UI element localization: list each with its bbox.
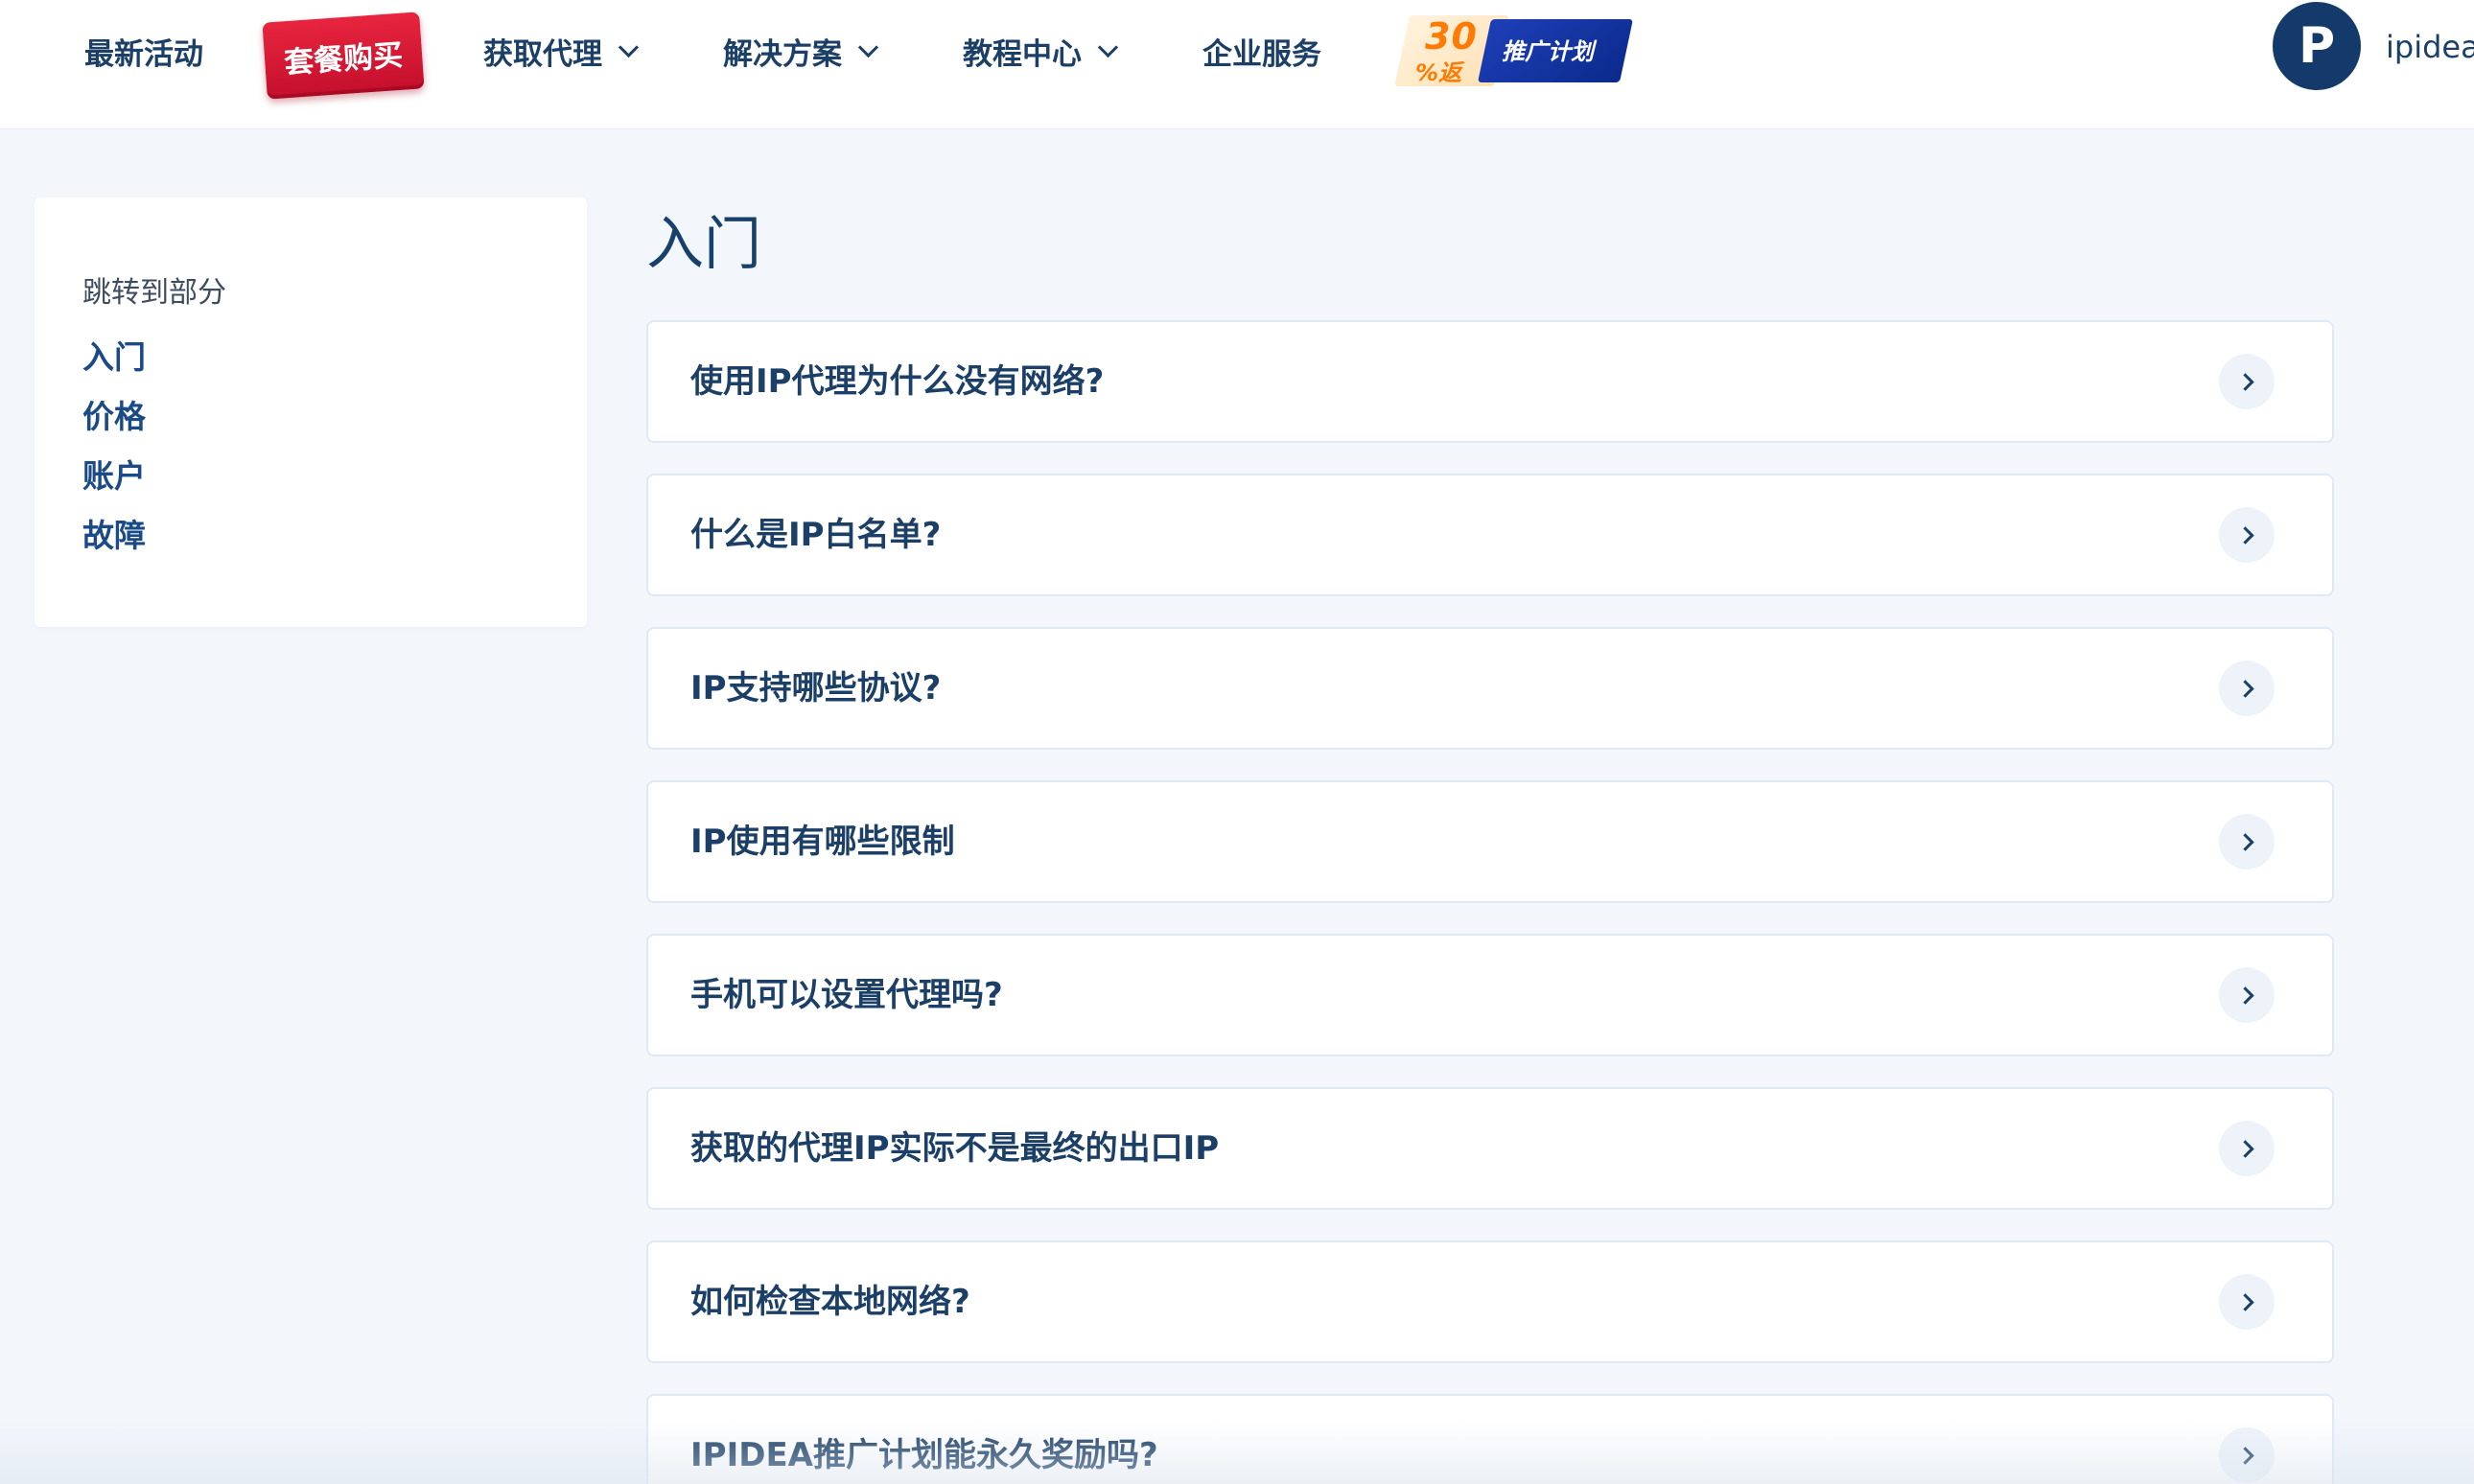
nav-get-proxy[interactable]: 获取代理 [483, 27, 640, 75]
chevron-down-icon [857, 36, 879, 58]
chevron-right-icon [2235, 832, 2254, 851]
promo-percent: 30 [1425, 15, 1478, 58]
nav-enterprise-service[interactable]: 企业服务 [1202, 27, 1321, 75]
expand-button[interactable] [2219, 354, 2275, 409]
expand-button[interactable] [2219, 661, 2275, 716]
chevron-right-icon [2235, 525, 2254, 545]
nav-tutorial-center[interactable]: 教程中心 [963, 27, 1119, 75]
chevron-right-icon [2235, 372, 2254, 391]
chevron-right-icon [2235, 679, 2254, 698]
promo-plan-label: 推广计划 [1502, 38, 1594, 65]
sidebar-link-troubleshooting[interactable]: 故障 [82, 510, 146, 556]
sidebar-link-getting-started[interactable]: 入门 [82, 332, 146, 378]
faq-question: IPIDEA推广计划能永久奖励吗? [690, 1436, 1158, 1474]
expand-button[interactable] [2219, 967, 2275, 1023]
faq-item[interactable]: 什么是IP白名单? [646, 474, 2334, 596]
buy-package-label: 套餐购买 [283, 37, 405, 81]
faq-item[interactable]: IPIDEA推广计划能永久奖励吗? [646, 1394, 2334, 1484]
chevron-right-icon [2235, 1292, 2254, 1311]
section-title: 入门 [646, 211, 761, 278]
expand-button[interactable] [2219, 1121, 2275, 1176]
chevron-right-icon [2235, 985, 2254, 1005]
nav-latest-activity-label: 最新活动 [84, 36, 203, 72]
faq-question: 手机可以设置代理吗? [690, 976, 1003, 1014]
promotion-plan-banner[interactable]: 30 %返 推广计划 [1394, 15, 1634, 86]
faq-item[interactable]: 获取的代理IP实际不是最终的出口IP [646, 1087, 2334, 1210]
expand-button[interactable] [2219, 1427, 2275, 1483]
faq-item[interactable]: 手机可以设置代理吗? [646, 934, 2334, 1056]
expand-button[interactable] [2219, 814, 2275, 870]
sidebar-link-account[interactable]: 账户 [82, 451, 146, 497]
nav-get-proxy-label: 获取代理 [483, 36, 602, 72]
faq-item[interactable]: IP使用有哪些限制 [646, 780, 2334, 903]
faq-item[interactable]: IP支持哪些协议? [646, 627, 2334, 750]
chevron-down-icon [618, 36, 640, 58]
nav-buy-package-button[interactable]: 套餐购买 [262, 12, 425, 100]
faq-question: IP使用有哪些限制 [690, 823, 955, 861]
nav-tutorial-center-label: 教程中心 [963, 36, 1082, 72]
faq-item[interactable]: 如何检查本地网络? [646, 1241, 2334, 1363]
faq-question: 获取的代理IP实际不是最终的出口IP [690, 1129, 1220, 1168]
chevron-right-icon [2235, 1446, 2254, 1465]
jump-to-section-sidebar: 跳转到部分 入门 价格 账户 故障 [35, 197, 587, 627]
faq-question: IP支持哪些协议? [690, 669, 942, 707]
faq-question: 什么是IP白名单? [690, 516, 942, 554]
nav-solutions[interactable]: 解决方案 [723, 27, 879, 75]
promo-return-label: %返 [1415, 59, 1462, 86]
brand-logo-letter: P [2298, 17, 2336, 75]
nav-solutions-label: 解决方案 [723, 36, 842, 72]
nav-latest-activity[interactable]: 最新活动 [84, 27, 203, 75]
sidebar-title: 跳转到部分 [82, 276, 226, 310]
chevron-down-icon [1097, 36, 1119, 58]
faq-question: 如何检查本地网络? [690, 1283, 970, 1321]
faq-item[interactable]: 使用IP代理为什么没有网络? [646, 320, 2334, 443]
brand-name[interactable]: ipidea [2386, 29, 2474, 65]
top-navbar: 最新活动 套餐购买 获取代理 解决方案 教程中心 企业服务 30 %返 推广计划… [0, 0, 2474, 129]
nav-enterprise-service-label: 企业服务 [1202, 36, 1321, 72]
expand-button[interactable] [2219, 1274, 2275, 1330]
chevron-right-icon [2235, 1139, 2254, 1158]
sidebar-link-pricing[interactable]: 价格 [82, 391, 146, 437]
expand-button[interactable] [2219, 507, 2275, 563]
brand-logo-icon[interactable]: P [2273, 2, 2361, 90]
faq-question: 使用IP代理为什么没有网络? [690, 362, 1105, 401]
